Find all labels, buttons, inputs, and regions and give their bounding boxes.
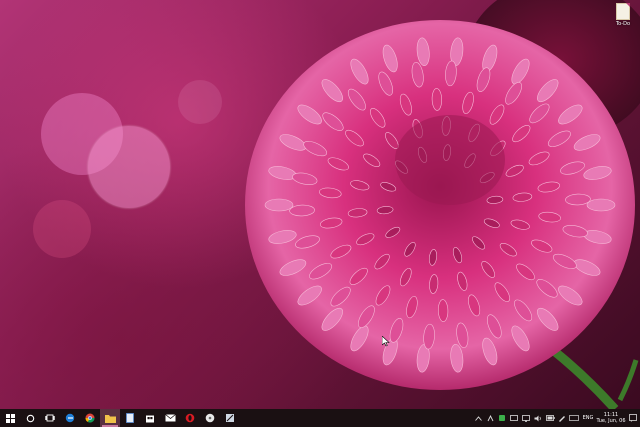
tray-green-app-icon[interactable]: [496, 409, 508, 427]
file-explorer-button[interactable]: [100, 409, 120, 427]
snipping-button[interactable]: [220, 409, 240, 427]
chrome-button[interactable]: [80, 409, 100, 427]
chrome-icon: [85, 413, 95, 423]
tray-monitor-icon[interactable]: [508, 409, 520, 427]
desktop-icon-label: To-Do: [615, 21, 631, 27]
tray-chevron-up-icon[interactable]: [472, 409, 484, 427]
desktop-icon-todo[interactable]: To-Do: [610, 3, 636, 33]
media-button[interactable]: [200, 409, 220, 427]
chrysanthemum-flower: [245, 0, 640, 409]
folder-icon: [104, 414, 116, 423]
notepad-icon: [126, 413, 134, 423]
task-view-icon: [45, 414, 55, 422]
taskbar: ENG 11:11 Tue, Jun, 06: [0, 409, 640, 427]
document-icon: [616, 3, 630, 20]
notification-icon: [629, 414, 637, 422]
clock-date: Tue, Jun, 06: [596, 418, 626, 424]
petal: [586, 198, 616, 212]
system-tray: ENG 11:11 Tue, Jun, 06: [472, 409, 640, 427]
edge-icon: [65, 413, 75, 423]
media-icon: [205, 413, 215, 423]
opera-button[interactable]: [180, 409, 200, 427]
opera-icon: [185, 413, 195, 423]
edge-button[interactable]: [60, 409, 80, 427]
windows-logo-icon: [5, 413, 15, 423]
mail-icon: [164, 414, 176, 422]
tray-battery-icon[interactable]: [544, 409, 556, 427]
mail-button[interactable]: [160, 409, 180, 427]
search-button[interactable]: [20, 409, 40, 427]
tray-pen-icon[interactable]: [556, 409, 568, 427]
task-view-button[interactable]: [40, 409, 60, 427]
tray-keyboard-icon[interactable]: [568, 409, 580, 427]
clock[interactable]: 11:11 Tue, Jun, 06: [596, 412, 626, 424]
tray-volume-icon[interactable]: [532, 409, 544, 427]
store-icon: [146, 415, 154, 423]
snipping-icon: [226, 414, 234, 422]
language-indicator[interactable]: ENG: [580, 415, 596, 421]
store-button[interactable]: [140, 409, 160, 427]
start-button[interactable]: [0, 409, 20, 427]
search-circle-icon: [26, 414, 34, 422]
action-center-button[interactable]: [626, 409, 640, 427]
desktop-wallpaper: To-Do: [0, 0, 640, 409]
notepad-button[interactable]: [120, 409, 140, 427]
tray-app-icon[interactable]: [484, 409, 496, 427]
tray-network-icon[interactable]: [520, 409, 532, 427]
petal: [264, 198, 294, 212]
mouse-cursor-icon: [382, 336, 390, 347]
